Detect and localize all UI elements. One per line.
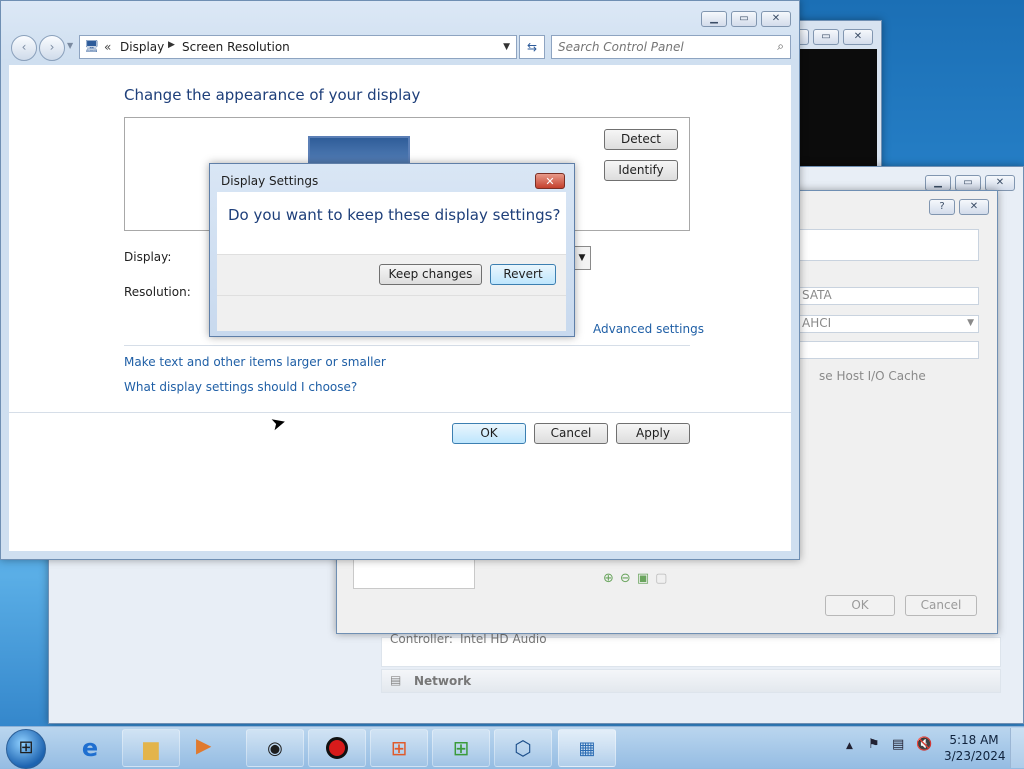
network-icon: ▤ [390, 673, 402, 687]
back-button[interactable]: ‹ [11, 35, 37, 61]
name-field[interactable] [799, 229, 979, 261]
detect-button[interactable]: Detect [604, 129, 678, 150]
controller-value: Intel HD Audio [460, 632, 547, 646]
media-player-icon[interactable]: ▶ [196, 733, 211, 757]
refresh-button[interactable]: ⇆ [519, 35, 545, 59]
sata-text: SATA [802, 288, 832, 302]
network-tray-icon[interactable]: ▤ [892, 737, 904, 752]
address-bar[interactable]: 🖥 « Display ▶ Screen Resolution ▼ [79, 35, 517, 59]
address-dropdown-icon[interactable]: ▼ [503, 42, 510, 52]
controller-label: Controller: [390, 632, 453, 646]
page-title: Change the appearance of your display [124, 86, 421, 104]
windows-logo-icon[interactable]: ⊞ [370, 729, 428, 767]
show-desktop-button[interactable] [1010, 728, 1024, 768]
revert-button[interactable]: Revert [490, 264, 556, 285]
minimize-icon[interactable]: ▁ [701, 11, 727, 27]
keep-changes-button[interactable]: Keep changes [379, 264, 482, 285]
display-label: Display: [124, 250, 172, 264]
remove-attachment-icon[interactable]: ▢ [655, 571, 667, 586]
remove-controller-icon[interactable]: ⊖ [620, 571, 631, 586]
file-explorer-icon[interactable]: ▆ [122, 729, 180, 767]
identify-button[interactable]: Identify [604, 160, 678, 181]
close-icon[interactable]: ✕ [985, 175, 1015, 191]
port-count-spin[interactable] [799, 341, 979, 359]
monitor-icon: 🖥 [84, 39, 100, 53]
dialog-close-icon[interactable]: ✕ [535, 173, 565, 189]
apply-button[interactable]: Apply [616, 423, 690, 444]
display-settings-help-link[interactable]: What display settings should I choose? [124, 380, 357, 394]
virtualbox-icon[interactable]: ⬡ [494, 729, 552, 767]
display-settings-taskbar-icon[interactable]: ▦ [558, 729, 616, 767]
recent-pages-chevron-icon[interactable]: ▼ [67, 41, 73, 50]
section-divider [124, 345, 690, 346]
breadcrumb-separator-icon[interactable]: ▶ [168, 40, 175, 50]
host-cache-checkbox-label[interactable]: se Host I/O Cache [819, 369, 926, 383]
add-controller-icon[interactable]: ⊕ [603, 571, 614, 586]
network-section-header[interactable]: ▤ Network [381, 669, 1001, 693]
clock-date: 3/23/2024 [944, 749, 1006, 763]
close-icon[interactable]: ✕ [959, 199, 989, 215]
controller-type-field[interactable]: SATA [799, 287, 979, 305]
volume-muted-icon[interactable]: 🔇 [916, 737, 932, 752]
close-icon[interactable]: ✕ [843, 29, 873, 45]
close-icon[interactable]: ✕ [761, 11, 791, 27]
vm-ok-button[interactable]: OK [825, 595, 895, 616]
dialog-button-bar: Keep changes Revert [217, 254, 566, 296]
dialog-question: Do you want to keep these display settin… [228, 206, 561, 224]
action-center-flag-icon[interactable]: ⚑ [868, 737, 880, 752]
storage-toolbar: ⊕ ⊖ ▣ ▢ [603, 571, 667, 586]
search-input[interactable] [556, 39, 765, 55]
forward-button[interactable]: › [39, 35, 65, 61]
tray-clock[interactable]: 5:18 AM 3/23/2024 [944, 732, 1006, 764]
internet-explorer-icon[interactable]: e [70, 731, 110, 765]
dialog-message-area: Do you want to keep these display settin… [217, 192, 566, 254]
dialog-title: Display Settings [221, 174, 319, 188]
raccoon-app-icon[interactable]: ◉ [246, 729, 304, 767]
resolution-label: Resolution: [124, 285, 191, 299]
breadcrumb-overflow-icon[interactable]: « [104, 40, 111, 54]
controller-chipset-select[interactable]: AHCI ▼ [799, 315, 979, 333]
clock-time: 5:18 AM [949, 733, 999, 747]
ok-button[interactable]: OK [452, 423, 526, 444]
start-orb-icon[interactable]: ⊞ [6, 729, 46, 769]
display-select-chevron-icon[interactable]: ▼ [573, 246, 591, 270]
minimize-icon[interactable]: ▁ [925, 175, 951, 191]
add-attachment-icon[interactable]: ▣ [637, 571, 649, 586]
display-settings-dialog: Display Settings ✕ Do you want to keep t… [209, 163, 575, 337]
manager-window-controls: ▁ ▭ ✕ [925, 175, 1015, 191]
text-size-link[interactable]: Make text and other items larger or smal… [124, 355, 386, 369]
audio-details-panel: Controller: Intel HD Audio [381, 632, 1001, 667]
chevron-down-icon: ▼ [967, 318, 974, 328]
vm-settings-controls: ? ✕ [929, 199, 989, 215]
ahci-text: AHCI [802, 316, 832, 330]
maximize-icon[interactable]: ▭ [813, 29, 839, 45]
help-icon[interactable]: ? [929, 199, 955, 215]
search-box[interactable]: ⌕ [551, 35, 791, 59]
vm-cancel-button[interactable]: Cancel [905, 595, 977, 616]
mouse-cursor-icon: ➤ [268, 411, 289, 436]
cancel-button[interactable]: Cancel [534, 423, 608, 444]
show-hidden-icons-icon[interactable]: ▲ [846, 741, 853, 751]
breadcrumb-screen-resolution[interactable]: Screen Resolution [182, 40, 290, 54]
record-icon[interactable] [308, 729, 366, 767]
network-label: Network [414, 674, 472, 688]
maximize-icon[interactable]: ▭ [731, 11, 757, 27]
advanced-settings-link[interactable]: Advanced settings [593, 322, 704, 336]
windows-update-icon[interactable]: ⊞ [432, 729, 490, 767]
dialog-footer [217, 295, 566, 331]
footer-divider [9, 412, 791, 413]
breadcrumb-display[interactable]: Display [120, 40, 164, 54]
window-controls: ▁ ▭ ✕ [701, 11, 791, 27]
maximize-icon[interactable]: ▭ [955, 175, 981, 191]
search-icon[interactable]: ⌕ [777, 39, 784, 54]
